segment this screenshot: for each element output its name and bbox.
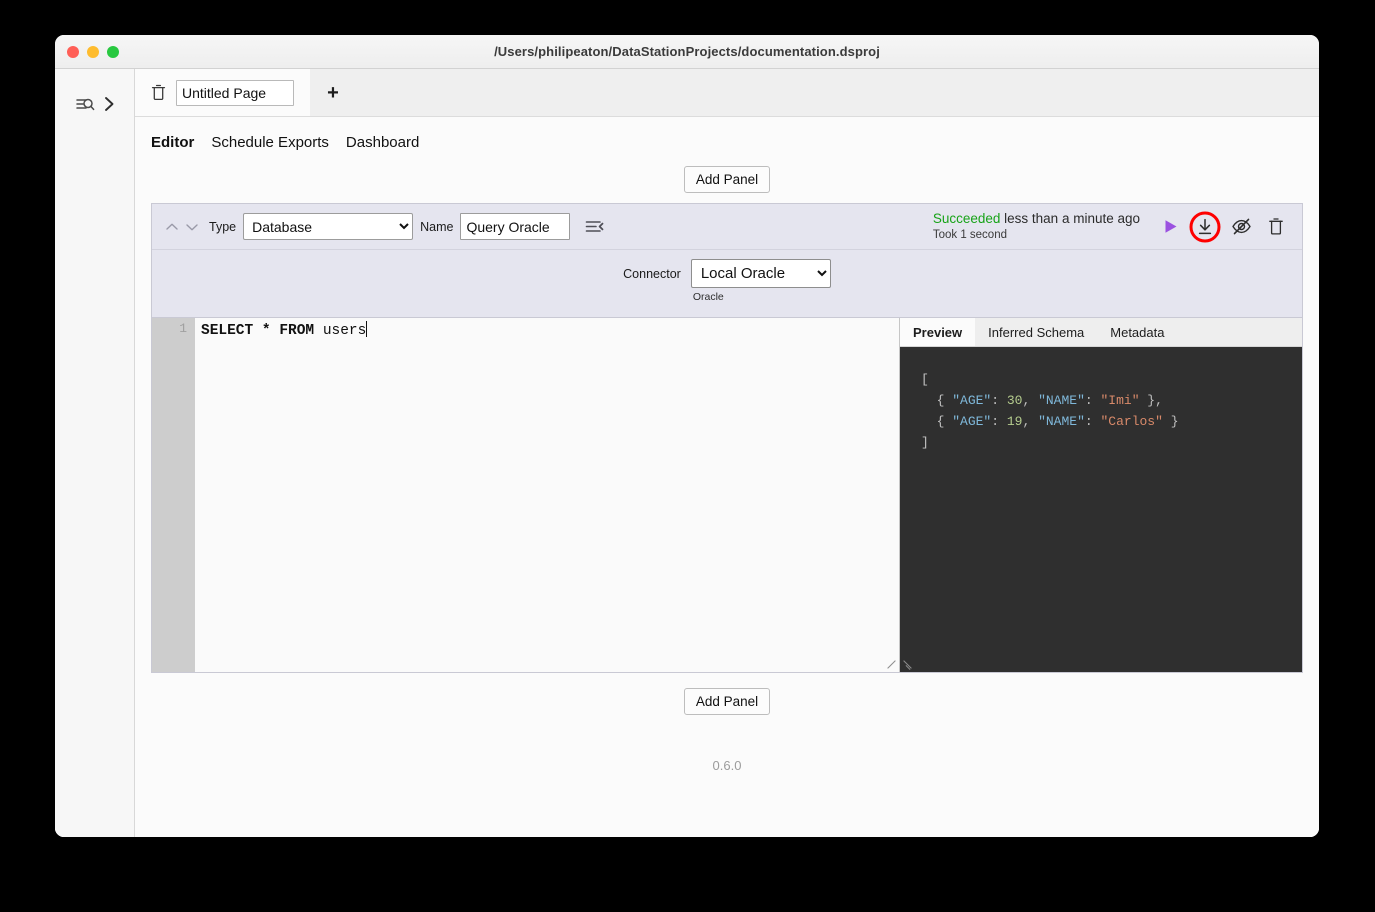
page-name-input[interactable] (176, 79, 294, 106)
status-badge: Succeeded (932, 210, 1001, 226)
json-line-3-close: } (1162, 414, 1179, 430)
screen: /Users/philipeaton/DataStationProjects/d… (0, 0, 1375, 912)
sidebar (55, 69, 135, 837)
tab-dashboard[interactable]: Dashboard (346, 134, 419, 151)
json-key-name-1: "NAME" (1038, 393, 1085, 409)
move-panel-down-button[interactable] (182, 221, 202, 233)
tab-editor[interactable]: Editor (151, 134, 194, 151)
tab-metadata[interactable]: Metadata (1097, 318, 1177, 346)
json-value-name-2: "Carlos" (1100, 414, 1163, 430)
panel-header: Type Database Name Query Oracle Succeede… (152, 204, 1302, 250)
results-json-output: [ { "AGE": 30, "NAME": "Imi" }, { "AGE":… (900, 347, 1302, 672)
collapse-lines-icon[interactable] (579, 218, 610, 235)
panel-type-select[interactable]: Database (243, 213, 414, 240)
json-value-age-2: 19 (1006, 414, 1023, 430)
connector-group: Connector Local Oracle Oracle (623, 259, 831, 303)
json-value-name-1: "Imi" (1100, 393, 1140, 409)
json-colon: : (991, 393, 1007, 409)
json-line-1: [ (921, 372, 929, 387)
add-panel-button-top[interactable]: Add Panel (683, 166, 771, 193)
move-panel-up-button[interactable] (162, 221, 182, 233)
sql-keywords: SELECT * FROM (201, 323, 323, 339)
editor-resize-handle[interactable] (886, 659, 897, 670)
json-comma: , (1022, 414, 1039, 430)
json-comma: , (1022, 393, 1039, 409)
json-line-3-open: { (921, 414, 953, 430)
json-line-4: ] (921, 435, 929, 451)
panel-status: Succeeded less than a minute ago Took 1 … (933, 211, 1140, 242)
section-nav: Editor Schedule Exports Dashboard (135, 117, 1319, 157)
connector-subtitle: Oracle (692, 291, 724, 303)
panel-name-input[interactable] (460, 213, 571, 240)
panel-query-oracle: Type Database Name Query Oracle Succeede… (151, 203, 1303, 673)
window-title: /Users/philipeaton/DataStationProjects/d… (494, 44, 880, 59)
json-line-2-open: { (921, 393, 953, 409)
maximize-window-button[interactable] (107, 45, 119, 58)
results-tabs: Preview Inferred Schema Metadata (900, 318, 1302, 347)
add-panel-button-bottom[interactable]: Add Panel (683, 688, 771, 715)
tab-schedule-exports[interactable]: Schedule Exports (211, 134, 329, 151)
app-window: /Users/philipeaton/DataStationProjects/d… (55, 35, 1319, 837)
text-caret (366, 321, 368, 337)
panel-status-duration: Took 1 second (932, 228, 1007, 241)
list-search-icon[interactable] (75, 95, 95, 113)
sidebar-toolbar (55, 69, 134, 129)
panel-editor-row: 1 SELECT * FROM users Preview Inferred S… (152, 318, 1302, 672)
connector-label: Connector (623, 267, 681, 281)
app-version: 0.6.0 (712, 758, 742, 773)
page-tab-bar: + (135, 69, 1319, 117)
results-pane: Preview Inferred Schema Metadata [ { "AG… (899, 318, 1302, 672)
json-colon: : (1084, 393, 1101, 409)
title-bar: /Users/philipeaton/DataStationProjects/d… (55, 35, 1319, 69)
delete-panel-button[interactable] (1260, 217, 1292, 236)
sql-editor[interactable]: 1 SELECT * FROM users (152, 318, 899, 672)
panel-header-actions: Succeeded less than a minute ago Took 1 … (933, 211, 1292, 242)
json-key-name-2: "NAME" (1038, 414, 1085, 430)
connector-select[interactable]: Local Oracle (690, 259, 831, 288)
tab-preview[interactable]: Preview (900, 318, 976, 346)
run-panel-button[interactable] (1154, 218, 1187, 235)
hide-panel-button[interactable] (1223, 217, 1260, 236)
panel-name-label: Name (420, 219, 454, 234)
main-content: + Editor Schedule Exports Dashboard Add … (135, 69, 1319, 837)
minimize-window-button[interactable] (87, 45, 99, 58)
json-line-2-close: }, (1139, 393, 1163, 409)
panel-status-time: less than a minute ago (1004, 210, 1140, 226)
traffic-lights (67, 45, 119, 58)
preview-resize-handle[interactable] (902, 659, 913, 670)
chevron-right-icon[interactable] (104, 96, 115, 112)
connector-field: Local Oracle Oracle (690, 259, 831, 303)
window-body: + Editor Schedule Exports Dashboard Add … (55, 69, 1319, 837)
panel-status-line: Succeeded less than a minute ago (933, 211, 1140, 228)
add-panel-row-top: Add Panel (135, 157, 1319, 203)
json-key-age-2: "AGE" (952, 414, 992, 430)
json-colon: : (991, 414, 1007, 430)
trash-icon[interactable] (151, 84, 166, 101)
panel-connector-row: Connector Local Oracle Oracle (152, 250, 1302, 318)
tab-inferred-schema[interactable]: Inferred Schema (975, 318, 1097, 346)
json-key-age-1: "AGE" (952, 393, 992, 409)
close-window-button[interactable] (67, 45, 79, 58)
json-colon: : (1084, 414, 1101, 430)
line-number-1: 1 (179, 321, 187, 336)
json-value-age-1: 30 (1006, 393, 1023, 409)
editor-gutter: 1 (152, 318, 195, 672)
sql-code-text[interactable]: SELECT * FROM users (195, 318, 899, 672)
add-page-button[interactable]: + (310, 69, 356, 116)
download-button[interactable] (1187, 211, 1223, 242)
add-panel-row-bottom: Add Panel (135, 673, 1319, 725)
panel-type-label: Type (209, 219, 237, 234)
sql-identifier: users (322, 323, 367, 339)
page-tab-untitled[interactable] (135, 69, 310, 116)
